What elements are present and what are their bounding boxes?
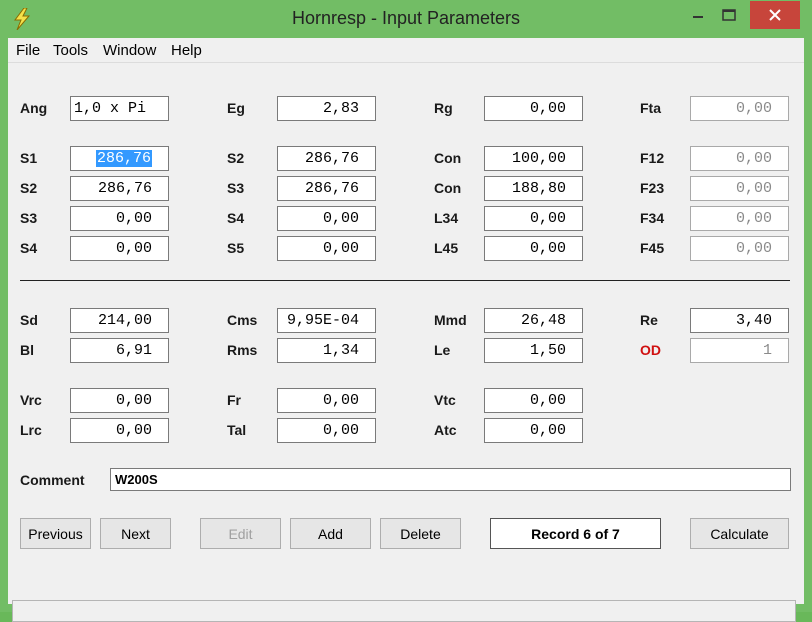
title-bar[interactable]: Hornresp - Input Parameters	[0, 0, 812, 38]
label-cms: Cms	[227, 312, 258, 328]
label-s2-col2: S2	[227, 150, 245, 166]
field-cms[interactable]: 9,95E-04	[277, 308, 376, 333]
menu-help[interactable]: Help	[171, 42, 202, 59]
field-od: 1	[690, 338, 789, 363]
label-sd: Sd	[20, 312, 38, 328]
field-tal[interactable]: 0,00	[277, 418, 376, 443]
field-sd[interactable]: 214,00	[70, 308, 169, 333]
maximize-button[interactable]	[714, 0, 744, 30]
field-mmd[interactable]: 26,48	[484, 308, 583, 333]
menu-tools[interactable]: Tools	[53, 42, 88, 59]
label-atc: Atc	[434, 422, 457, 438]
minimize-icon	[693, 16, 703, 18]
field-bl[interactable]: 6,91	[70, 338, 169, 363]
field-eg[interactable]: 2,83	[277, 96, 376, 121]
section-divider	[20, 280, 790, 281]
label-eg: Eg	[227, 100, 245, 116]
maximize-icon	[722, 9, 736, 21]
field-f34: 0,00	[690, 206, 789, 231]
label-tal: Tal	[227, 422, 247, 438]
close-button[interactable]	[750, 1, 800, 29]
field-re[interactable]: 3,40	[690, 308, 789, 333]
field-rms[interactable]: 1,34	[277, 338, 376, 363]
field-s4-col2[interactable]: 0,00	[277, 206, 376, 231]
field-con-1[interactable]: 100,00	[484, 146, 583, 171]
field-fta: 0,00	[690, 96, 789, 121]
field-s5[interactable]: 0,00	[277, 236, 376, 261]
add-button[interactable]: Add	[290, 518, 371, 549]
edit-button: Edit	[200, 518, 281, 549]
field-atc[interactable]: 0,00	[484, 418, 583, 443]
label-lrc: Lrc	[20, 422, 42, 438]
label-f12: F12	[640, 150, 665, 166]
field-s2-col2[interactable]: 286,76	[277, 146, 376, 171]
menu-file[interactable]: File	[16, 42, 40, 59]
label-re: Re	[640, 312, 658, 328]
label-f34: F34	[640, 210, 665, 226]
label-s4-col2: S4	[227, 210, 245, 226]
field-f45: 0,00	[690, 236, 789, 261]
label-l34: L34	[434, 210, 459, 226]
field-s3[interactable]: 0,00	[70, 206, 169, 231]
field-rg[interactable]: 0,00	[484, 96, 583, 121]
menu-bar: File Tools Window Help	[8, 38, 804, 63]
field-ang[interactable]: 1,0 x Pi	[70, 96, 169, 121]
record-indicator: Record 6 of 7	[490, 518, 661, 549]
label-f45: F45	[640, 240, 665, 256]
label-mmd: Mmd	[434, 312, 467, 328]
field-lrc[interactable]: 0,00	[70, 418, 169, 443]
label-vrc: Vrc	[20, 392, 42, 408]
input-parameters-panel: Ang 1,0 x Pi Eg 2,83 Rg 0,00 Fta 0,00 S1…	[8, 63, 804, 622]
label-s2: S2	[20, 180, 38, 196]
minimize-button[interactable]	[684, 0, 712, 30]
label-s3-col2: S3	[227, 180, 245, 196]
next-button[interactable]: Next	[100, 518, 171, 549]
field-l34[interactable]: 0,00	[484, 206, 583, 231]
field-s3-col2[interactable]: 286,76	[277, 176, 376, 201]
field-vrc[interactable]: 0,00	[70, 388, 169, 413]
label-s4: S4	[20, 240, 38, 256]
calculate-button[interactable]: Calculate	[690, 518, 789, 549]
field-s1-selected-text: 286,76	[95, 150, 152, 167]
label-bl: Bl	[20, 342, 34, 358]
field-con-2[interactable]: 188,80	[484, 176, 583, 201]
label-comment: Comment	[20, 472, 85, 488]
field-f12: 0,00	[690, 146, 789, 171]
label-con-2: Con	[434, 180, 462, 196]
label-od[interactable]: OD	[640, 342, 661, 358]
label-s5: S5	[227, 240, 245, 256]
close-icon	[769, 9, 781, 21]
label-vtc: Vtc	[434, 392, 456, 408]
field-s2[interactable]: 286,76	[70, 176, 169, 201]
label-rms: Rms	[227, 342, 258, 358]
label-fr: Fr	[227, 392, 241, 408]
field-l45[interactable]: 0,00	[484, 236, 583, 261]
status-bar	[12, 600, 796, 622]
label-con-1: Con	[434, 150, 462, 166]
client-area: File Tools Window Help Ang 1,0 x Pi Eg 2…	[8, 38, 804, 622]
label-s3: S3	[20, 210, 38, 226]
field-vtc[interactable]: 0,00	[484, 388, 583, 413]
label-le: Le	[434, 342, 451, 358]
label-s1: S1	[20, 150, 38, 166]
previous-button[interactable]: Previous	[20, 518, 91, 549]
comment-field[interactable]: W200S	[110, 468, 791, 491]
field-fr[interactable]: 0,00	[277, 388, 376, 413]
field-f23: 0,00	[690, 176, 789, 201]
menu-window[interactable]: Window	[103, 42, 156, 59]
label-ang: Ang	[20, 100, 48, 116]
field-s4[interactable]: 0,00	[70, 236, 169, 261]
app-window: Hornresp - Input Parameters File Tools W…	[0, 0, 812, 622]
label-fta: Fta	[640, 100, 661, 116]
label-l45: L45	[434, 240, 459, 256]
field-s1[interactable]: 286,76	[70, 146, 169, 171]
label-rg: Rg	[434, 100, 453, 116]
label-f23: F23	[640, 180, 665, 196]
field-le[interactable]: 1,50	[484, 338, 583, 363]
delete-button[interactable]: Delete	[380, 518, 461, 549]
